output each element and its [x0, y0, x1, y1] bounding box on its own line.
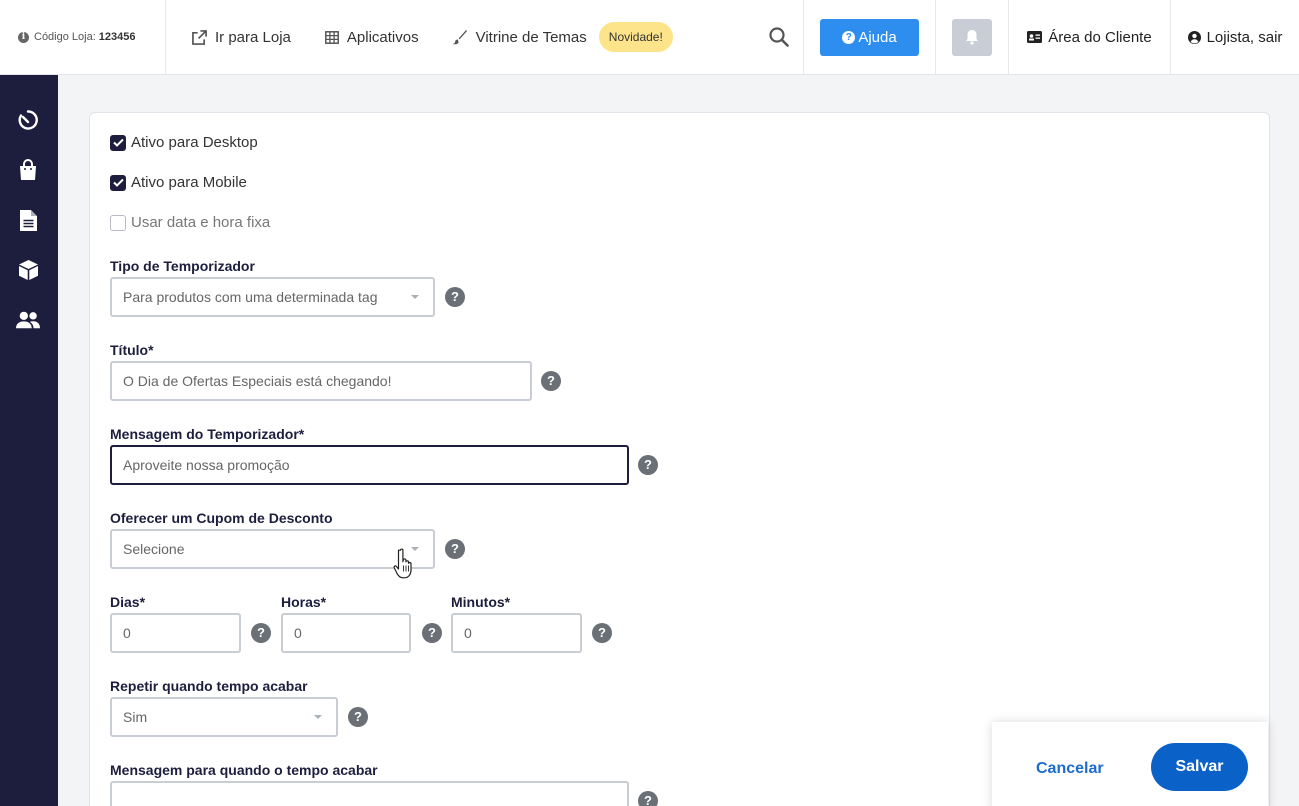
cancel-button[interactable]: Cancelar: [1036, 760, 1104, 778]
minutes-label: Minutos*: [451, 594, 511, 610]
days-value: 0: [123, 625, 131, 641]
nav-go-to-store[interactable]: Ir para Loja: [192, 29, 291, 46]
nav-apps[interactable]: Aplicativos: [324, 28, 419, 46]
help-icon[interactable]: ?: [592, 623, 612, 643]
user-circle-icon: [1187, 30, 1201, 44]
minutes-input[interactable]: 0: [451, 613, 582, 653]
coupon-label: Oferecer um Cupom de Desconto: [110, 510, 333, 526]
id-card-icon: [1027, 31, 1043, 43]
help-icon[interactable]: ?: [348, 707, 368, 727]
info-icon: i: [18, 31, 29, 43]
repeat-label: Repetir quando tempo acabar: [110, 678, 308, 694]
form-actions-panel: Cancelar Salvar: [992, 722, 1268, 806]
search-button[interactable]: [754, 0, 804, 75]
sidebar-item-dashboard[interactable]: [16, 108, 40, 132]
help-icon[interactable]: ?: [251, 623, 271, 643]
active-desktop-checkbox[interactable]: Ativo para Desktop: [110, 134, 258, 151]
fixed-datetime-label: Usar data e hora fixa: [131, 214, 271, 231]
title-value: O Dia de Ofertas Especiais está chegando…: [123, 373, 392, 389]
timer-type-label: Tipo de Temporizador: [110, 258, 255, 274]
coupon-select[interactable]: Selecione: [110, 529, 435, 569]
notifications-section: [936, 0, 1009, 75]
speedometer-icon: [18, 110, 38, 130]
message-value: Aproveite nossa promoção: [123, 457, 290, 473]
sidebar-item-content[interactable]: [16, 208, 40, 232]
nav-theme-showcase-label: Vitrine de Temas: [475, 28, 587, 46]
help-icon[interactable]: ?: [541, 371, 561, 391]
caret-down-icon: [314, 715, 322, 719]
help-icon[interactable]: ?: [445, 287, 465, 307]
store-code: i Código Loja: 123456: [0, 0, 166, 75]
nav-theme-showcase[interactable]: Vitrine de Temas: [452, 28, 587, 46]
checkbox-checked[interactable]: [110, 174, 126, 191]
box-icon: [18, 260, 38, 280]
users-icon: [16, 311, 40, 329]
help-icon[interactable]: ?: [638, 791, 658, 806]
bell-icon: [966, 30, 978, 45]
help-button[interactable]: ? Ajuda: [820, 18, 919, 56]
client-area-label: Área do Cliente: [1048, 28, 1152, 46]
hours-input[interactable]: 0: [281, 613, 411, 653]
end-message-label: Mensagem para quando o tempo acabar: [110, 762, 378, 778]
top-bar: i Código Loja: 123456 Ir para Loja Aplic…: [0, 0, 1299, 75]
active-mobile-label: Ativo para Mobile: [131, 174, 247, 191]
timer-type-select[interactable]: Para produtos com uma determinada tag: [110, 277, 435, 317]
client-area-link[interactable]: Área do Cliente: [1009, 0, 1171, 75]
notifications-button[interactable]: [952, 18, 992, 56]
store-code-value: 123456: [98, 31, 136, 43]
top-nav: Ir para Loja Aplicativos Vitrine de Tema…: [166, 0, 754, 75]
user-logout-link[interactable]: Lojista, sair: [1171, 0, 1299, 75]
shopping-bag-icon: [20, 159, 36, 180]
user-label: Lojista, sair: [1206, 28, 1283, 46]
fixed-datetime-checkbox[interactable]: Usar data e hora fixa: [110, 214, 270, 231]
message-input[interactable]: Aproveite nossa promoção: [110, 445, 629, 485]
check-icon: [112, 178, 124, 187]
help-icon[interactable]: ?: [445, 539, 465, 559]
active-mobile-checkbox[interactable]: Ativo para Mobile: [110, 174, 247, 191]
check-icon: [112, 138, 124, 147]
search-icon: [768, 27, 789, 47]
help-button-label: Ajuda: [858, 28, 897, 46]
minutes-value: 0: [464, 625, 472, 641]
hours-value: 0: [294, 625, 302, 641]
external-link-icon: [192, 29, 207, 45]
help-icon[interactable]: ?: [638, 455, 658, 475]
hand-pointer-icon: [393, 548, 412, 579]
caret-down-icon: [411, 295, 419, 299]
grid-icon: [324, 30, 339, 44]
repeat-select[interactable]: Sim: [110, 697, 338, 737]
sidebar-item-products[interactable]: [16, 258, 40, 282]
sidebar-item-customers[interactable]: [16, 308, 40, 332]
nav-apps-label: Aplicativos: [346, 28, 419, 46]
coupon-value: Selecione: [123, 541, 185, 557]
store-code-label: Código Loja:: [34, 31, 96, 43]
document-icon: [19, 209, 37, 231]
question-circle-icon: ?: [842, 30, 856, 44]
help-icon[interactable]: ?: [422, 623, 442, 643]
checkbox-checked[interactable]: [110, 134, 126, 151]
title-label: Título*: [110, 342, 154, 358]
brush-icon: [452, 29, 467, 44]
hours-label: Horas*: [281, 594, 327, 610]
timer-type-value: Para produtos com uma determinada tag: [123, 289, 378, 305]
sidebar-item-orders[interactable]: [16, 158, 40, 182]
nav-go-to-store-label: Ir para Loja: [215, 28, 291, 46]
sidebar: [0, 75, 58, 806]
help-section: ? Ajuda: [804, 0, 936, 75]
title-input[interactable]: O Dia de Ofertas Especiais está chegando…: [110, 361, 532, 401]
checkbox-unchecked[interactable]: [110, 214, 126, 231]
message-label: Mensagem do Temporizador*: [110, 426, 305, 442]
days-label: Dias*: [110, 594, 146, 610]
days-input[interactable]: 0: [110, 613, 241, 653]
repeat-value: Sim: [123, 709, 148, 725]
new-badge: Novidade!: [598, 22, 673, 52]
end-message-input[interactable]: [110, 781, 629, 806]
save-button[interactable]: Salvar: [1151, 743, 1248, 791]
active-desktop-label: Ativo para Desktop: [131, 134, 258, 151]
timer-form-card: Ativo para Desktop Ativo para Mobile Usa…: [89, 112, 1270, 806]
